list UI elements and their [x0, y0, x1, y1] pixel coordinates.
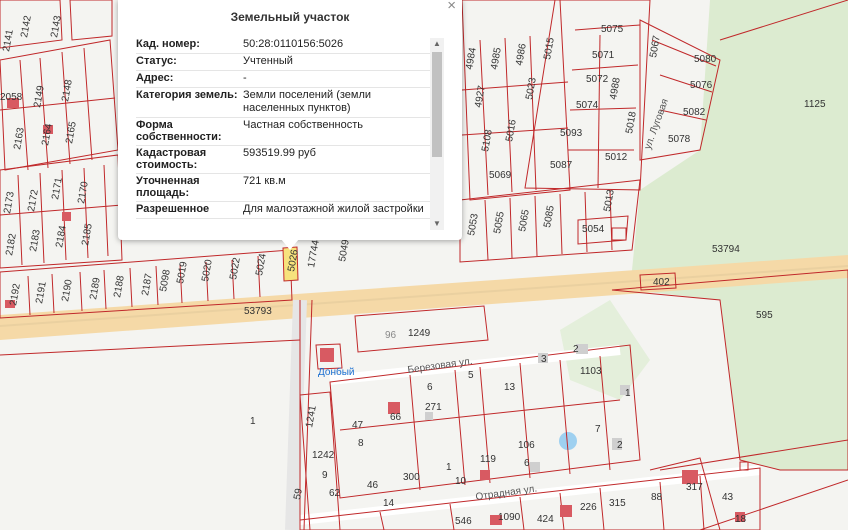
parcel-number-label: 2058 — [0, 92, 23, 103]
parcel-number-label: 315 — [609, 498, 626, 509]
info-value: Учтенный — [243, 55, 293, 67]
close-icon[interactable]: × — [447, 0, 456, 14]
parcel-number-label: 66 — [390, 412, 402, 423]
parcel-number-label: 119 — [480, 454, 496, 465]
info-key: Разрешенное — [136, 203, 210, 215]
parcel-number-label: 13 — [504, 382, 516, 393]
parcel-number-label: 5 — [468, 370, 474, 381]
info-value: Для малоэтажной жилой застройки — [243, 203, 424, 215]
parcel-number-label: 5087 — [550, 160, 573, 171]
parcel-number-label: 226 — [580, 502, 597, 513]
parcel-number-label: 5075 — [601, 24, 624, 35]
parcel-number-label: 18 — [735, 514, 747, 525]
info-key: Адрес: — [136, 72, 174, 84]
info-value: 593519.99 руб — [243, 147, 316, 159]
info-key: Кадастровая стоимость: — [136, 147, 207, 171]
parcel-number-label: 5082 — [683, 107, 706, 118]
parcel-number-label: 5074 — [576, 100, 599, 111]
parcel-number-label: 271 — [425, 402, 442, 413]
parcel-number-label: 424 — [537, 514, 554, 525]
info-key: Форма собственности: — [136, 119, 222, 143]
info-row: Адрес: - — [136, 71, 430, 88]
parcel-number-label: 6 — [427, 382, 433, 393]
parcel-number-label: 5072 — [586, 74, 609, 85]
parcel-number-label: 14 — [383, 498, 395, 509]
info-row: Разрешенное Для малоэтажной жилой застрой… — [136, 202, 430, 219]
parcel-number-label: 1125 — [804, 99, 826, 110]
info-row: Категория земель: Земли поселений (земли … — [136, 88, 430, 118]
scrollbar-thumb[interactable] — [432, 52, 442, 157]
info-key: Уточненная площадь: — [136, 175, 200, 199]
parcel-number-label: 5076 — [690, 80, 713, 91]
info-value: - — [243, 72, 247, 84]
parcel-number-label: 2 — [617, 440, 623, 451]
parcel-number-label: 5080 — [694, 54, 717, 65]
parcel-number-label: 5078 — [668, 134, 691, 145]
info-key: Категория земель: — [136, 89, 238, 101]
parcel-info-popup: Земельный участок × Кад. номер: 50:28:011… — [118, 0, 462, 240]
parcel-number-label: 96 — [385, 330, 397, 341]
parcel-number-label: 317 — [686, 482, 703, 493]
parcel-number-label: 43 — [722, 492, 734, 503]
info-value: Земли поселений (земли населенных пункто… — [243, 89, 372, 114]
info-row: Уточненная площадь: 721 кв.м — [136, 174, 430, 202]
parcel-number-label: 7 — [595, 424, 601, 435]
parcel-number-label: 1 — [446, 462, 452, 473]
popup-info-table: Кад. номер: 50:28:0110156:5026 Статус: Учт… — [136, 37, 430, 229]
parcel-number-label: 47 — [352, 420, 364, 431]
parcel-number-label: 5054 — [582, 224, 605, 235]
info-row: Кад. номер: 50:28:0110156:5026 — [136, 37, 430, 54]
parcel-number-label: 46 — [367, 480, 379, 491]
place-label: Донбый — [318, 367, 355, 378]
parcel-number-label: 595 — [756, 310, 773, 321]
parcel-number-label: 1242 — [312, 450, 335, 461]
info-value: 721 кв.м — [243, 175, 286, 187]
parcel-number-label: 1249 — [408, 328, 431, 339]
popup-pointer — [281, 239, 299, 250]
info-row: Статус: Учтенный — [136, 54, 430, 71]
parcel-number-label: 546 — [455, 516, 472, 527]
parcel-number-label: 10 — [455, 476, 467, 487]
info-key: Кад. номер: — [136, 38, 200, 50]
info-value: Частная собственность — [243, 119, 364, 131]
scroll-down-icon[interactable]: ▼ — [430, 218, 444, 230]
parcel-number-label: 5093 — [560, 128, 583, 139]
parcel-number-label: 5012 — [605, 152, 628, 163]
parcel-number-label: 5071 — [592, 50, 615, 61]
parcel-number-label: 3 — [541, 354, 547, 365]
road-label: 53794 — [712, 244, 740, 255]
info-row: Форма собственности: Частная собственност… — [136, 118, 430, 146]
parcel-number-label: 1103 — [580, 366, 602, 377]
info-key: Статус: — [136, 55, 177, 67]
parcel-number-label: 6 — [524, 458, 530, 469]
info-value: 50:28:0110156:5026 — [243, 38, 344, 50]
parcel-number-label: 9 — [322, 470, 328, 481]
popup-title: Земельный участок — [230, 10, 350, 24]
info-row: Кадастровая стоимость: 593519.99 руб — [136, 146, 430, 174]
popup-scrollbar[interactable]: ▲ ▼ — [430, 38, 444, 230]
parcel-number-label: 62 — [329, 488, 341, 499]
parcel-number-label: 300 — [403, 472, 420, 483]
parcel-number-label: 402 — [653, 277, 670, 288]
parcel-number-label: 5069 — [489, 170, 512, 181]
parcel-number-label: 1 — [250, 416, 256, 427]
parcel-number-label: 8 — [358, 438, 364, 449]
parcel-number-label: 2 — [573, 344, 579, 355]
parcel-number-label: 1 — [625, 388, 631, 399]
scroll-up-icon[interactable]: ▲ — [430, 38, 444, 50]
parcel-number-label: 106 — [518, 440, 535, 451]
parcel-number-label: 88 — [651, 492, 663, 503]
parcel-number-label: 1090 — [498, 512, 521, 523]
road-label: 53793 — [244, 306, 272, 317]
